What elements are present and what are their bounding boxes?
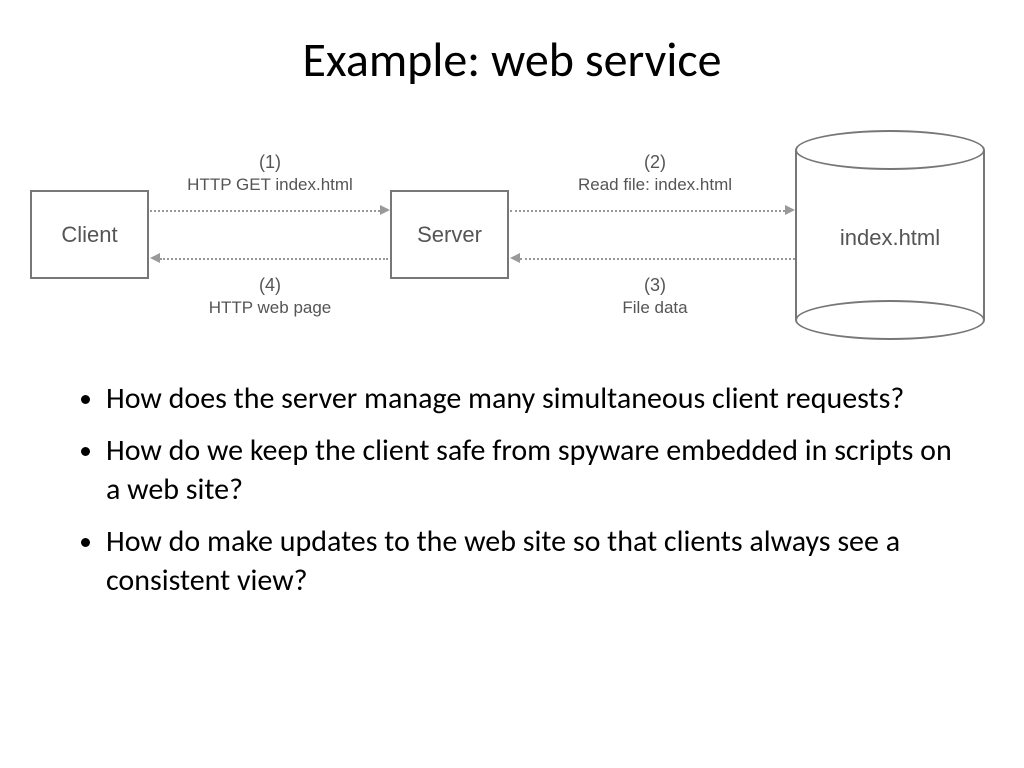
client-box: Client	[30, 190, 149, 279]
web-service-diagram: Client Server index.html (1) HTTP GET in…	[30, 130, 1000, 360]
slide-title: Example: web service	[0, 30, 1024, 89]
step-1-text: HTTP GET index.html	[187, 175, 353, 194]
client-label: Client	[61, 222, 117, 248]
cylinder-bottom	[795, 300, 985, 340]
cylinder-top	[795, 130, 985, 170]
step-4-text: HTTP web page	[209, 298, 332, 317]
arrow-2-line	[510, 210, 785, 212]
arrow-3-head	[510, 253, 520, 263]
step-3-label: (3) File data	[530, 275, 780, 318]
step-3-num: (3)	[530, 275, 780, 296]
arrow-4-line	[160, 258, 388, 260]
file-cylinder: index.html	[795, 130, 985, 340]
step-4-num: (4)	[160, 275, 380, 296]
arrow-1-head	[380, 205, 390, 215]
bullet-item: How do make updates to the web site so t…	[106, 523, 964, 600]
bullet-item: How do we keep the client safe from spyw…	[106, 432, 964, 509]
arrow-4-head	[150, 253, 160, 263]
server-label: Server	[417, 222, 482, 248]
step-2-label: (2) Read file: index.html	[530, 152, 780, 195]
bullet-list: How does the server manage many simultan…	[70, 380, 964, 614]
arrow-3-line	[520, 258, 795, 260]
server-box: Server	[390, 190, 509, 279]
step-1-label: (1) HTTP GET index.html	[160, 152, 380, 195]
step-2-text: Read file: index.html	[578, 175, 732, 194]
step-1-num: (1)	[160, 152, 380, 173]
step-3-text: File data	[622, 298, 687, 317]
arrow-1-line	[150, 210, 380, 212]
slide: Example: web service Client Server index…	[0, 0, 1024, 768]
step-4-label: (4) HTTP web page	[160, 275, 380, 318]
step-2-num: (2)	[530, 152, 780, 173]
file-label: index.html	[795, 225, 985, 251]
arrow-2-head	[785, 205, 795, 215]
bullet-item: How does the server manage many simultan…	[106, 380, 964, 418]
